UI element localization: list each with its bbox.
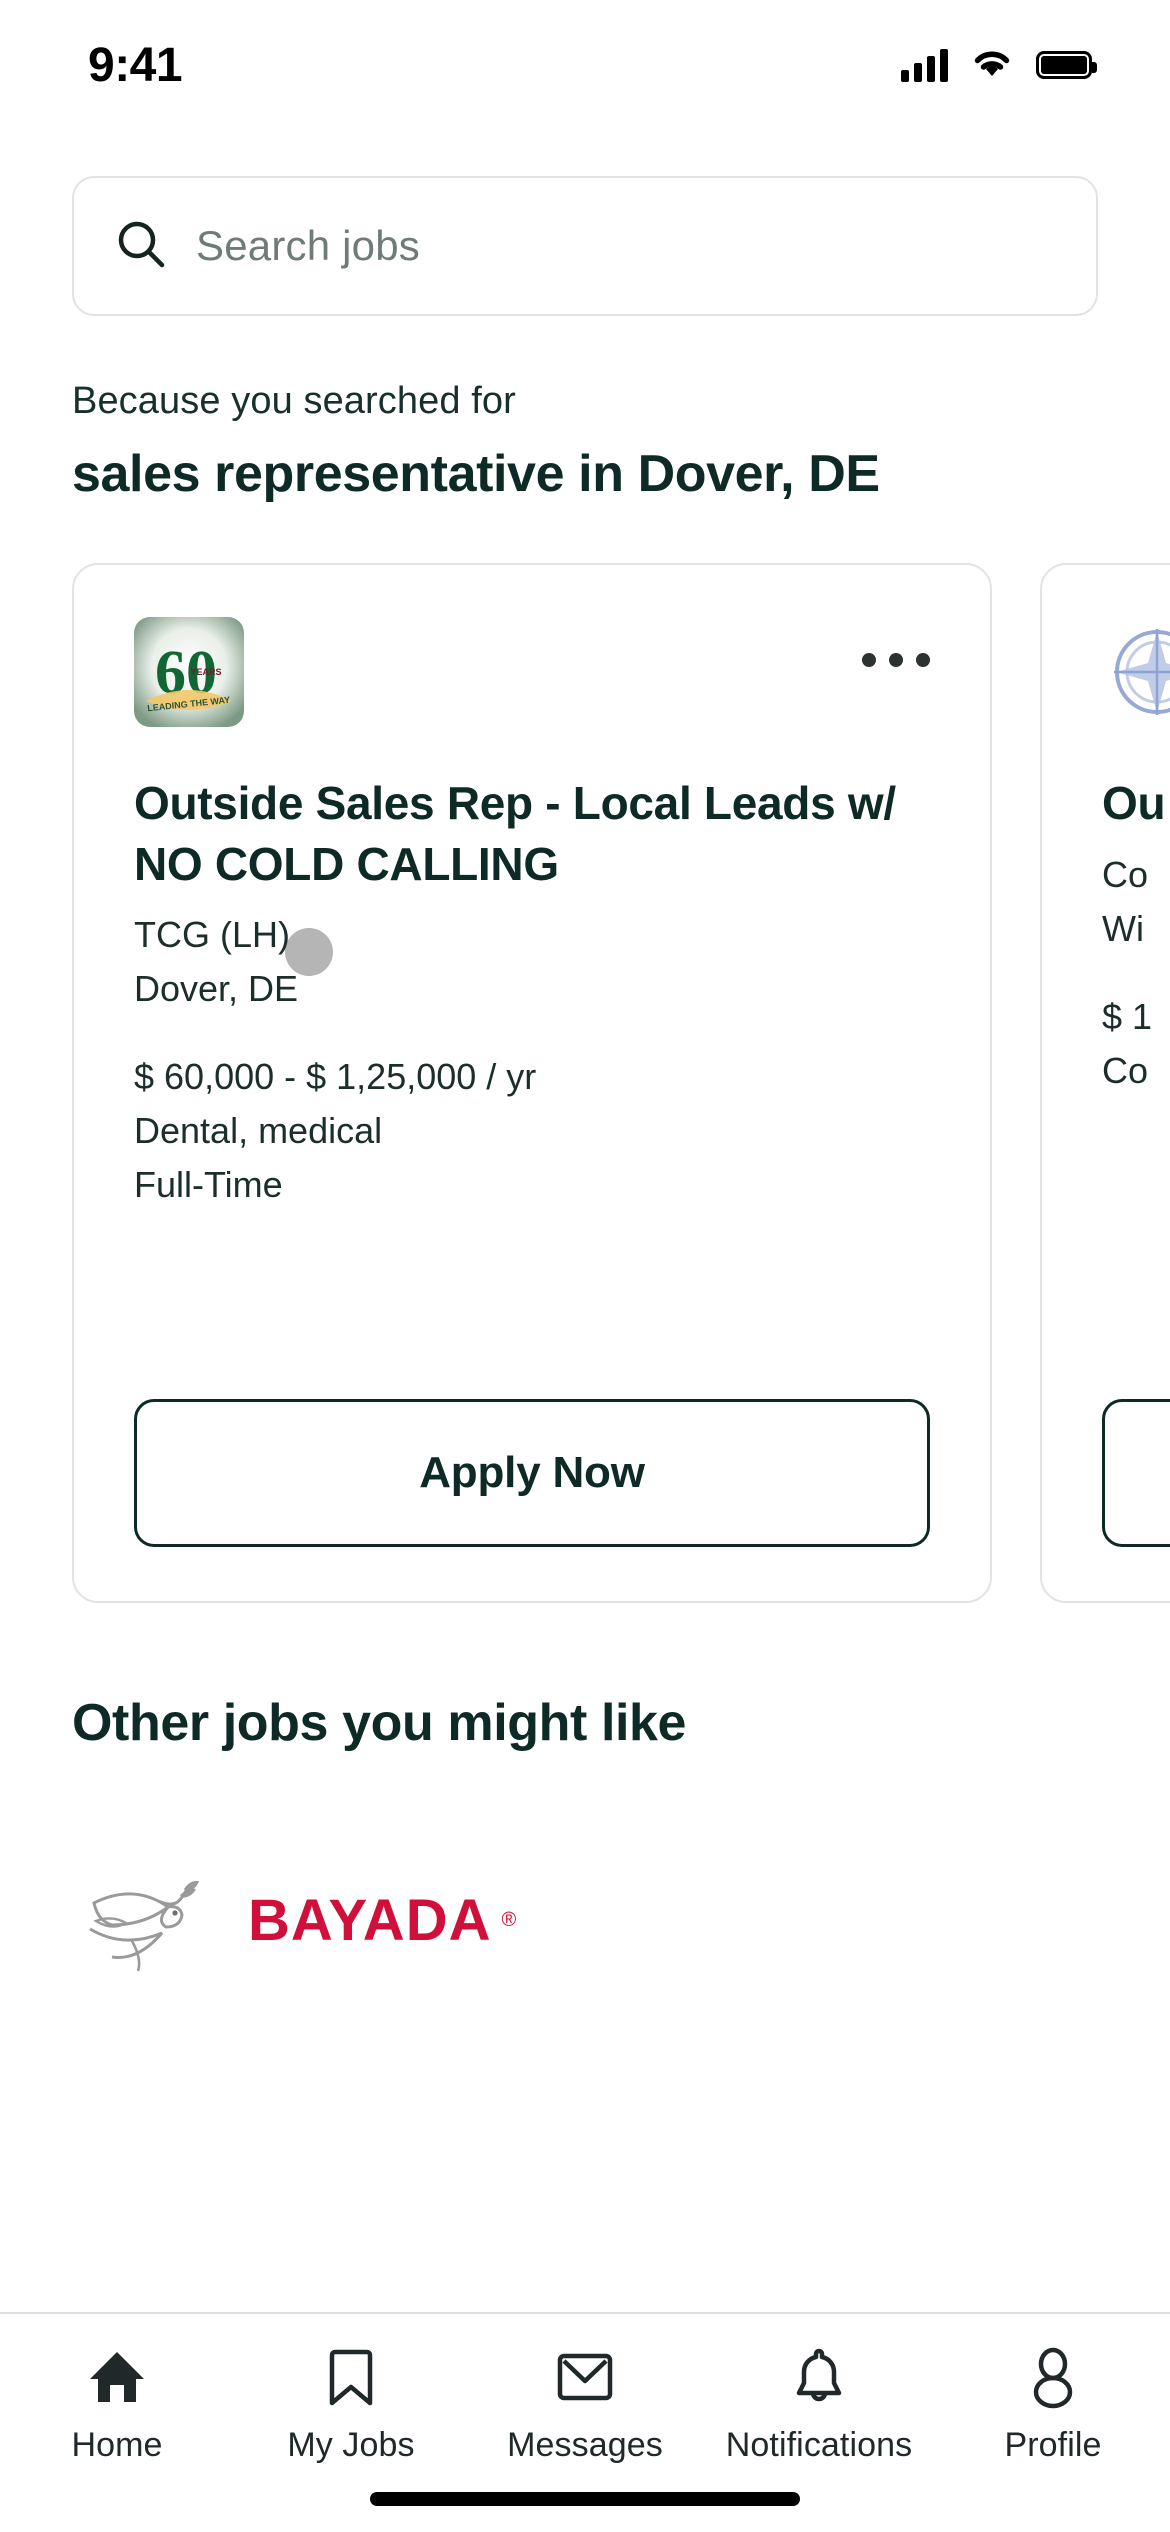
job-company: TCG (LH): [134, 914, 290, 956]
search-input[interactable]: Search jobs: [72, 176, 1098, 316]
job-location: Dover, DE: [134, 968, 299, 1010]
bottom-tab-bar: Home My Jobs Messages Notifications Prof…: [0, 2312, 1170, 2532]
bell-icon: [791, 2342, 847, 2412]
status-bar-time: 9:41: [88, 38, 183, 92]
job-card-carousel[interactable]: 60 YEARS LEADING THE WAY Outside Sales R…: [0, 562, 1170, 1603]
tab-home[interactable]: Home: [0, 2342, 234, 2465]
job-card[interactable]: 60 YEARS LEADING THE WAY Outside Sales R…: [72, 562, 992, 1603]
bookmark-icon: [326, 2342, 376, 2412]
search-context-eyebrow: Because you searched for: [72, 380, 516, 422]
search-placeholder: Search jobs: [196, 222, 420, 269]
card-spacer: [134, 1212, 930, 1399]
job-title: Ou: [1102, 776, 1166, 829]
other-jobs-brand[interactable]: BAYADA ®: [0, 1753, 1170, 1978]
tab-profile[interactable]: Profile: [936, 2342, 1170, 2465]
search-context-header: Because you searched for sales represent…: [0, 316, 1170, 505]
job-location: Wi: [1102, 907, 1144, 949]
apply-now-button[interactable]: [1102, 1398, 1170, 1547]
search-query-title: sales representative in Dover, DE: [72, 444, 880, 503]
job-details: $ 60,000 - $ 1,25,000 / yr Dental, medic…: [134, 1050, 930, 1212]
job-benefits: Dental, medical: [134, 1110, 383, 1152]
tab-home-label: Home: [71, 2426, 163, 2464]
envelope-icon: [554, 2342, 616, 2412]
job-title: Outside Sales Rep - Local Leads w/ NO CO…: [134, 776, 896, 890]
bayada-wordmark: BAYADA: [248, 1887, 492, 1953]
search-icon: [114, 217, 168, 276]
job-benefits: Co: [1102, 1049, 1149, 1091]
job-company: Co: [1102, 853, 1149, 895]
battery-full-icon: [1036, 51, 1097, 79]
tab-notifications-label: Notifications: [725, 2426, 913, 2464]
blue-compass-star-logo: [1102, 617, 1170, 727]
tab-my-jobs[interactable]: My Jobs: [234, 2342, 468, 2465]
60-years-leading-the-way-logo: 60 YEARS LEADING THE WAY: [134, 616, 244, 727]
person-icon: [1025, 2342, 1081, 2412]
home-indicator[interactable]: [370, 2492, 800, 2506]
job-card-header: [1102, 617, 1170, 727]
job-company-location: TCG (LH) Dover, DE: [134, 908, 930, 1016]
bayada-dove-logo: [72, 1863, 242, 1978]
status-bar: 9:41: [0, 0, 1170, 130]
search-section: Search jobs: [0, 130, 1170, 316]
tab-my-jobs-label: My Jobs: [287, 2426, 415, 2464]
status-bar-icons: [901, 46, 1097, 85]
job-company-location: Co Wi: [1102, 848, 1170, 956]
job-employment-type: Full-Time: [134, 1164, 283, 1206]
other-jobs-heading: Other jobs you might like: [72, 1693, 687, 1752]
svg-text:YEARS: YEARS: [190, 667, 221, 677]
registered-trademark-mark: ®: [501, 1908, 517, 1931]
tab-messages-label: Messages: [507, 2426, 663, 2464]
home-icon: [86, 2342, 148, 2412]
job-salary: $ 60,000 - $ 1,25,000 / yr: [134, 1056, 537, 1098]
apply-now-button[interactable]: Apply Now: [134, 1398, 930, 1547]
card-spacer: [1102, 1098, 1170, 1399]
more-options-icon[interactable]: [862, 617, 930, 667]
signal-bars-icon: [901, 48, 948, 82]
job-salary: $ 1: [1102, 995, 1153, 1037]
job-card-header: 60 YEARS LEADING THE WAY: [134, 616, 930, 727]
tab-notifications[interactable]: Notifications: [702, 2342, 936, 2465]
tab-profile-label: Profile: [1004, 2426, 1102, 2464]
job-card[interactable]: Ou Co Wi $ 1 Co: [1040, 562, 1170, 1603]
wifi-icon: [970, 46, 1014, 85]
job-details: $ 1 Co: [1102, 990, 1170, 1098]
tab-messages[interactable]: Messages: [468, 2342, 702, 2465]
